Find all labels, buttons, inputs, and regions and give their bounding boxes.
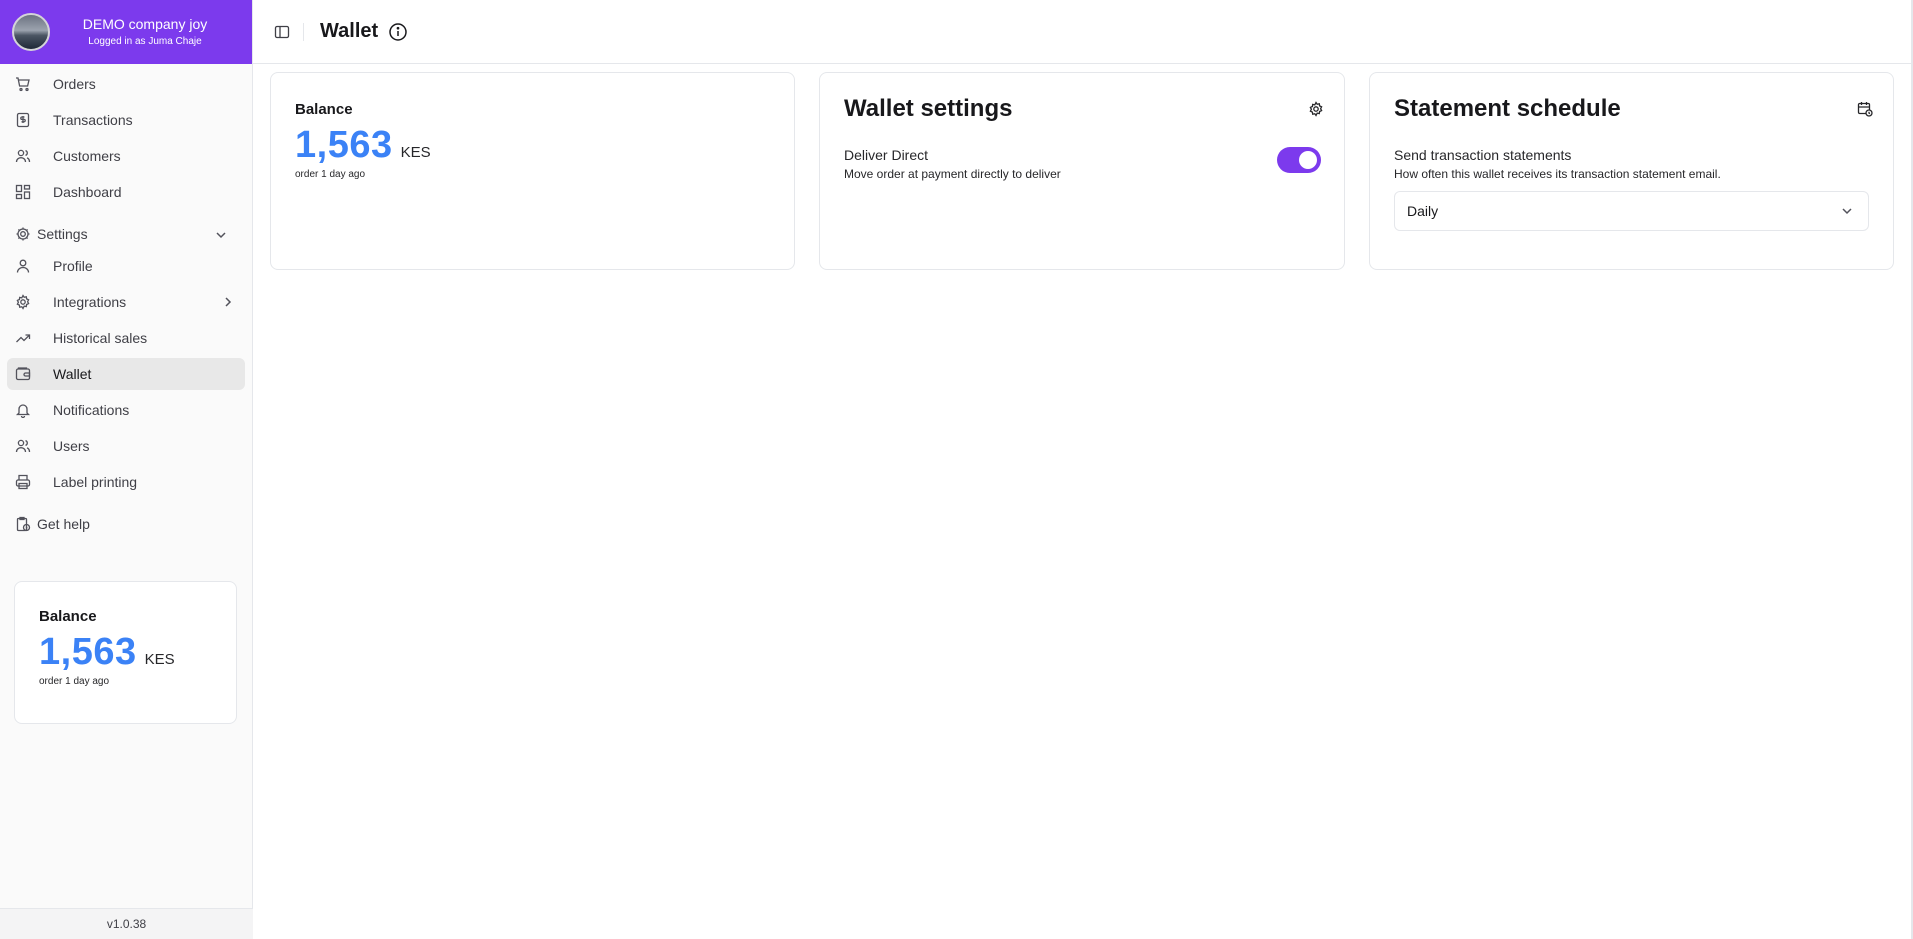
- main-nav: Orders Transactions Customers Dashboard: [0, 64, 252, 208]
- chevron-down-icon: [1840, 204, 1854, 218]
- setting-label: Deliver Direct: [844, 147, 929, 163]
- card-title: Statement schedule: [1394, 95, 1621, 122]
- users-icon: [15, 438, 31, 454]
- sidebar-item-label: Profile: [53, 258, 93, 274]
- balance-card: Balance 1,563 KES order 1 day ago: [270, 72, 795, 270]
- printer-icon: [15, 474, 31, 490]
- gear-icon: [15, 294, 31, 310]
- sidebar-item-transactions[interactable]: Transactions: [7, 104, 245, 136]
- company-name: DEMO company joy: [82, 16, 208, 33]
- divider: [303, 22, 304, 41]
- sidebar-item-users[interactable]: Users: [7, 430, 245, 462]
- balance-amount: 1,563: [295, 124, 393, 166]
- sidebar-item-label: Label printing: [53, 474, 138, 490]
- toggle-knob: [1299, 151, 1317, 169]
- settings-nav: Profile Integrations Historical sales Wa…: [0, 250, 252, 498]
- balance-amount: 1,563: [39, 631, 137, 673]
- statement-schedule-card: Statement schedule Send transaction stat…: [1369, 72, 1894, 270]
- sidebar-item-integrations[interactable]: Integrations: [7, 286, 245, 318]
- settings-section-toggle[interactable]: Settings: [7, 218, 245, 250]
- balance-note: order 1 day ago: [295, 169, 366, 180]
- user-icon: [15, 258, 31, 274]
- cog-icon: [15, 226, 31, 242]
- sidebar: DEMO company joy Logged in as Juma Chaje…: [0, 0, 253, 939]
- avatar: [12, 13, 50, 51]
- sidebar-item-label: Notifications: [53, 402, 130, 418]
- sidebar-item-label: Dashboard: [53, 184, 122, 200]
- sidebar-item-label: Wallet: [53, 366, 92, 382]
- sidebar-item-label: Integrations: [53, 294, 127, 310]
- sidebar-item-customers[interactable]: Customers: [7, 140, 245, 172]
- setting-description: Move order at payment directly to delive…: [844, 167, 1061, 181]
- statement-frequency-select[interactable]: Daily: [1394, 191, 1869, 231]
- page-title: Wallet: [320, 20, 379, 42]
- sidebar-item-wallet[interactable]: Wallet: [7, 358, 245, 390]
- sidebar-item-label: Historical sales: [53, 330, 148, 346]
- info-icon[interactable]: [388, 22, 408, 42]
- field-description: How often this wallet receives its trans…: [1394, 167, 1721, 181]
- sidebar-item-historical-sales[interactable]: Historical sales: [7, 322, 245, 354]
- sidebar-item-orders[interactable]: Orders: [7, 68, 245, 100]
- gear-icon[interactable]: [1308, 101, 1324, 117]
- wallet-icon: [15, 366, 31, 382]
- bell-icon: [15, 402, 31, 418]
- card-title: Wallet settings: [844, 95, 1013, 122]
- get-help-label: Get help: [37, 516, 90, 532]
- app-version: v1.0.38: [0, 908, 253, 939]
- balance-label: Balance: [39, 608, 97, 625]
- wallet-settings-card: Wallet settings Deliver Direct Move orde…: [819, 72, 1345, 270]
- get-help-link[interactable]: Get help: [7, 508, 245, 540]
- dashboard-icon: [15, 184, 31, 200]
- sidebar-item-notifications[interactable]: Notifications: [7, 394, 245, 426]
- panel-left-icon: [274, 24, 290, 40]
- top-bar: Wallet: [253, 0, 1913, 64]
- sidebar-toggle-button[interactable]: [271, 21, 293, 43]
- sidebar-balance-card: Balance 1,563 KES order 1 day ago: [14, 581, 237, 724]
- help-icon: [15, 516, 31, 532]
- sidebar-item-profile[interactable]: Profile: [7, 250, 245, 282]
- cart-icon: [15, 76, 31, 92]
- logged-in-as: Logged in as Juma Chaje: [88, 35, 202, 47]
- calendar-clock-icon[interactable]: [1857, 101, 1873, 117]
- settings-section-label: Settings: [37, 226, 88, 242]
- account-switcher[interactable]: DEMO company joy Logged in as Juma Chaje: [0, 0, 252, 64]
- select-value: Daily: [1407, 203, 1439, 219]
- balance-label: Balance: [295, 101, 353, 118]
- balance-note: order 1 day ago: [39, 676, 110, 687]
- sidebar-item-dashboard[interactable]: Dashboard: [7, 176, 245, 208]
- sidebar-item-label: Orders: [53, 76, 96, 92]
- balance-currency: KES: [144, 651, 175, 668]
- sidebar-item-label-printing[interactable]: Label printing: [7, 466, 245, 498]
- deliver-direct-setting: Deliver Direct Move order at payment dir…: [844, 147, 1321, 181]
- receipt-icon: [15, 112, 31, 128]
- balance-currency: KES: [400, 144, 431, 161]
- sidebar-item-label: Transactions: [53, 112, 133, 128]
- sidebar-item-label: Users: [53, 438, 90, 454]
- field-label: Send transaction statements: [1394, 147, 1572, 163]
- deliver-direct-toggle[interactable]: [1277, 147, 1321, 173]
- users-icon: [15, 148, 31, 164]
- chevron-down-icon: [214, 228, 228, 242]
- chevron-right-icon: [221, 295, 235, 309]
- sidebar-item-label: Customers: [53, 148, 121, 164]
- trend-icon: [15, 330, 31, 346]
